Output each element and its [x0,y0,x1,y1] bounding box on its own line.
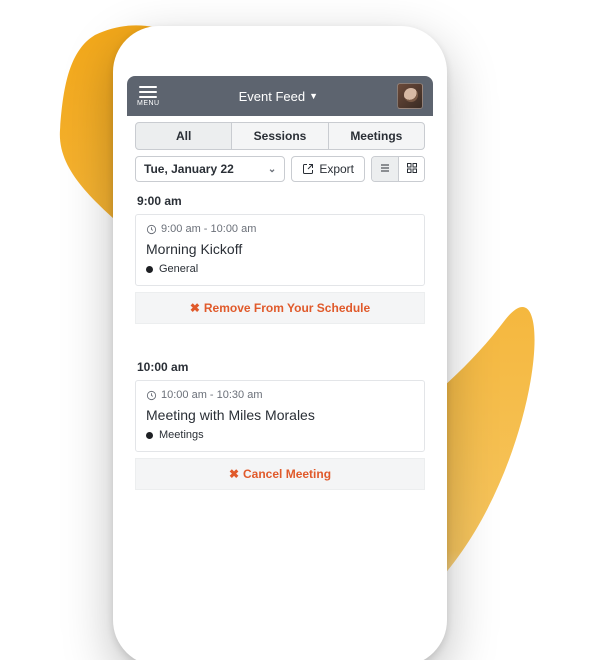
event-tag: General [136,263,424,285]
clock-icon [146,224,157,235]
controls-row: Tue, January 22 ⌄ Export [127,150,433,188]
event-tag: Meetings [136,429,424,451]
clock-icon [146,390,157,401]
app-screen: MENU Event Feed ▼ All Sessions Meetings … [127,76,433,652]
time-heading: 9:00 am [127,188,433,212]
grid-view-button[interactable] [398,157,424,181]
event-time-range: 10:00 am - 10:30 am [136,381,424,405]
event-time-text: 9:00 am - 10:00 am [161,223,256,235]
grid-icon [406,162,418,177]
close-icon: ✖ [190,301,200,315]
event-time-text: 10:00 am - 10:30 am [161,389,263,401]
event-tag-label: General [159,263,198,275]
header-title-text: Event Feed [239,89,306,104]
menu-button[interactable]: MENU [137,86,160,107]
event-title: Meeting with Miles Morales [136,405,424,429]
export-icon [302,163,314,175]
event-card[interactable]: 9:00 am - 10:00 am Morning Kickoff Gener… [135,214,425,286]
event-title: Morning Kickoff [136,239,424,263]
remove-from-schedule-button[interactable]: ✖ Remove From Your Schedule [135,292,425,324]
list-icon [379,162,391,177]
tab-all[interactable]: All [135,122,232,150]
filter-tabs: All Sessions Meetings [127,116,433,150]
date-picker[interactable]: Tue, January 22 ⌄ [135,156,285,182]
caret-down-icon: ▼ [309,91,318,101]
export-label: Export [319,162,354,176]
view-toggle [371,156,425,182]
close-icon: ✖ [229,467,239,481]
phone-frame: MENU Event Feed ▼ All Sessions Meetings … [113,26,447,660]
cancel-meeting-button[interactable]: ✖ Cancel Meeting [135,458,425,490]
app-header: MENU Event Feed ▼ [127,76,433,116]
header-title-dropdown[interactable]: Event Feed ▼ [239,89,318,104]
event-card[interactable]: 10:00 am - 10:30 am Meeting with Miles M… [135,380,425,452]
tab-meetings[interactable]: Meetings [328,122,425,150]
chevron-down-icon: ⌄ [268,164,276,175]
tag-dot-icon [146,266,153,273]
export-button[interactable]: Export [291,156,365,182]
action-label: Remove From Your Schedule [204,301,370,315]
tag-dot-icon [146,432,153,439]
event-tag-label: Meetings [159,429,204,441]
hamburger-icon [139,86,157,98]
date-label: Tue, January 22 [144,162,234,176]
tab-sessions[interactable]: Sessions [232,122,327,150]
list-view-button[interactable] [372,157,398,181]
event-time-range: 9:00 am - 10:00 am [136,215,424,239]
action-label: Cancel Meeting [243,467,331,481]
time-heading: 10:00 am [127,354,433,378]
avatar[interactable] [397,83,423,109]
menu-label: MENU [137,100,160,107]
